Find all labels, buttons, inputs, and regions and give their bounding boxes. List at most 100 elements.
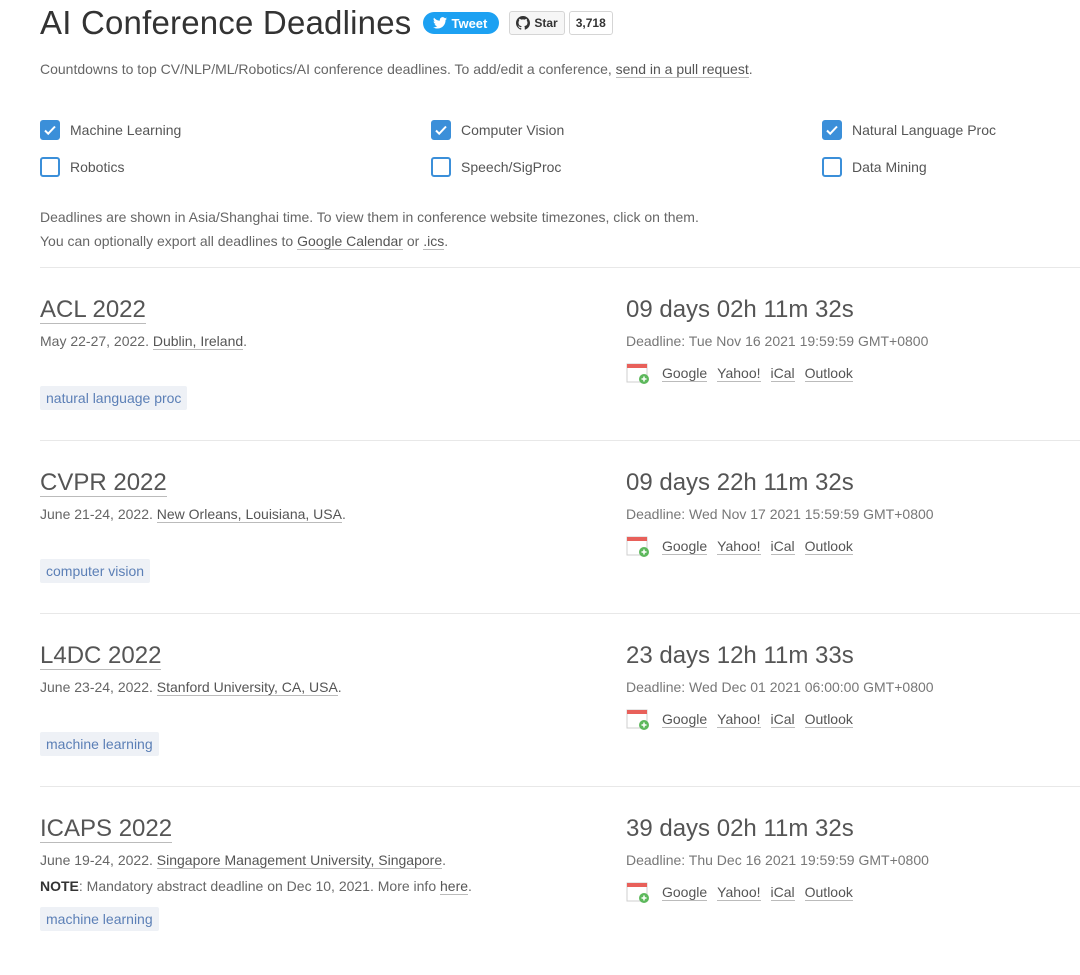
conference-name: CVPR 2022 xyxy=(40,469,167,497)
conference-item: L4DC 2022 June 23-24, 2022. Stanford Uni… xyxy=(40,642,1080,802)
conference-item: ICAPS 2022 June 19-24, 2022. Singapore M… xyxy=(40,815,1080,975)
filter-robotics[interactable]: Robotics xyxy=(40,157,124,177)
conference-location-link[interactable]: New Orleans, Louisiana, USA xyxy=(156,506,342,523)
ical-link[interactable]: iCal xyxy=(770,365,795,382)
conference-link[interactable]: ICAPS 2022 xyxy=(40,815,173,843)
tweet-button[interactable]: Tweet xyxy=(423,12,500,34)
conference-meta: June 23-24, 2022. Stanford University, C… xyxy=(40,679,342,696)
countdown-timer: 23 days 12h 11m 33s xyxy=(626,642,854,669)
deadline-text[interactable]: Deadline: Wed Dec 01 2021 06:00:00 GMT+0… xyxy=(626,679,934,695)
conference-name: ACL 2022 xyxy=(40,296,146,324)
filter-label: Computer Vision xyxy=(461,122,565,138)
yahoo-calendar-link[interactable]: Yahoo! xyxy=(717,538,761,555)
pull-request-link[interactable]: send in a pull request xyxy=(615,61,749,78)
deadline-text[interactable]: Deadline: Thu Dec 16 2021 19:59:59 GMT+0… xyxy=(626,852,929,868)
outlook-calendar-link[interactable]: Outlook xyxy=(804,711,853,728)
github-star-button[interactable]: Star xyxy=(509,11,565,35)
calendar-links: Google Yahoo! iCal Outlook xyxy=(626,362,863,384)
add-calendar-icon xyxy=(626,709,649,730)
note-more-info-link[interactable]: here xyxy=(440,878,469,895)
google-calendar-link[interactable]: Google xyxy=(662,884,708,901)
note-label: NOTE xyxy=(40,878,79,894)
yahoo-calendar-link[interactable]: Yahoo! xyxy=(717,711,761,728)
filter-computer-vision[interactable]: Computer Vision xyxy=(431,120,564,140)
divider xyxy=(40,613,1080,614)
filter-machine-learning[interactable]: Machine Learning xyxy=(40,120,181,140)
yahoo-calendar-link[interactable]: Yahoo! xyxy=(717,884,761,901)
note-text: : Mandatory abstract deadline on Dec 10,… xyxy=(78,878,440,894)
outlook-calendar-link[interactable]: Outlook xyxy=(804,884,853,901)
google-calendar-link[interactable]: Google xyxy=(662,538,708,555)
countdown-timer: 09 days 02h 11m 32s xyxy=(626,296,854,323)
export-or: or xyxy=(402,233,424,249)
checkbox[interactable] xyxy=(822,120,842,140)
checkbox[interactable] xyxy=(431,120,451,140)
yahoo-calendar-link[interactable]: Yahoo! xyxy=(717,365,761,382)
add-calendar-icon xyxy=(626,536,649,557)
filter-label: Machine Learning xyxy=(70,122,182,138)
star-count[interactable]: 3,718 xyxy=(568,11,613,35)
star-label: Star xyxy=(534,16,558,30)
export-end: . xyxy=(444,233,449,249)
conference-location-link[interactable]: Singapore Management University, Singapo… xyxy=(156,852,443,869)
countdown-timer: 09 days 22h 11m 32s xyxy=(626,469,854,496)
export-note: You can optionally export all deadlines … xyxy=(40,229,699,253)
conference-link[interactable]: L4DC 2022 xyxy=(40,642,162,670)
conference-link[interactable]: CVPR 2022 xyxy=(40,469,167,497)
ics-export-link[interactable]: .ics xyxy=(423,233,445,250)
filter-label: Robotics xyxy=(70,159,125,175)
subtitle-text: Countdowns to top CV/NLP/ML/Robotics/AI … xyxy=(40,61,616,77)
outlook-calendar-link[interactable]: Outlook xyxy=(804,538,853,555)
outlook-calendar-link[interactable]: Outlook xyxy=(804,365,853,382)
conference-name: ICAPS 2022 xyxy=(40,815,173,843)
github-icon xyxy=(516,16,531,30)
export-text: You can optionally export all deadlines … xyxy=(40,233,298,249)
conference-meta: May 22-27, 2022. Dublin, Ireland. xyxy=(40,333,248,350)
divider xyxy=(40,786,1080,787)
ical-link[interactable]: iCal xyxy=(770,884,795,901)
checkbox[interactable] xyxy=(40,157,60,177)
google-calendar-link[interactable]: Google xyxy=(662,711,708,728)
conference-name: L4DC 2022 xyxy=(40,642,162,670)
subtitle: Countdowns to top CV/NLP/ML/Robotics/AI … xyxy=(40,61,753,78)
conference-dates: June 19-24, 2022. xyxy=(40,852,157,868)
page-header: AI Conference Deadlines Tweet Star 3,718 xyxy=(40,4,613,42)
checkbox[interactable] xyxy=(40,120,60,140)
check-icon xyxy=(435,125,447,136)
timezone-note: Deadlines are shown in Asia/Shanghai tim… xyxy=(40,209,699,225)
conference-location-link[interactable]: Stanford University, CA, USA xyxy=(156,679,338,696)
filter-speech-sigproc[interactable]: Speech/SigProc xyxy=(431,157,561,177)
ical-link[interactable]: iCal xyxy=(770,538,795,555)
conference-tag[interactable]: machine learning xyxy=(40,732,159,756)
google-calendar-export-link[interactable]: Google Calendar xyxy=(297,233,403,250)
conference-meta: June 21-24, 2022. New Orleans, Louisiana… xyxy=(40,506,346,523)
ical-link[interactable]: iCal xyxy=(770,711,795,728)
divider xyxy=(40,440,1080,441)
conference-item: ACL 2022 May 22-27, 2022. Dublin, Irelan… xyxy=(40,296,1080,456)
conference-tag[interactable]: computer vision xyxy=(40,559,151,583)
google-calendar-link[interactable]: Google xyxy=(662,365,708,382)
calendar-links: Google Yahoo! iCal Outlook xyxy=(626,881,863,903)
filter-label: Data Mining xyxy=(852,159,927,175)
countdown-timer: 39 days 02h 11m 32s xyxy=(626,815,854,842)
category-filters: Machine Learning Computer Vision Natural… xyxy=(40,120,1040,190)
filter-data-mining[interactable]: Data Mining xyxy=(822,157,927,177)
calendar-links: Google Yahoo! iCal Outlook xyxy=(626,708,863,730)
deadline-text[interactable]: Deadline: Tue Nov 16 2021 19:59:59 GMT+0… xyxy=(626,333,928,349)
filter-natural-language-proc[interactable]: Natural Language Proc xyxy=(822,120,996,140)
subtitle-end: . xyxy=(748,61,753,77)
deadline-text[interactable]: Deadline: Wed Nov 17 2021 15:59:59 GMT+0… xyxy=(626,506,934,522)
conference-tag[interactable]: natural language proc xyxy=(40,386,188,410)
checkbox[interactable] xyxy=(431,157,451,177)
conference-location-link[interactable]: Dublin, Ireland xyxy=(152,333,244,350)
page-title: AI Conference Deadlines xyxy=(40,4,412,41)
conference-tag[interactable]: machine learning xyxy=(40,907,159,931)
conference-link[interactable]: ACL 2022 xyxy=(40,296,146,324)
checkbox[interactable] xyxy=(822,157,842,177)
conference-dates: June 23-24, 2022. xyxy=(40,679,157,695)
filter-label: Natural Language Proc xyxy=(852,122,996,138)
conference-meta: June 19-24, 2022. Singapore Management U… xyxy=(40,852,447,869)
conference-dates: June 21-24, 2022. xyxy=(40,506,157,522)
calendar-links: Google Yahoo! iCal Outlook xyxy=(626,535,863,557)
conference-item: CVPR 2022 June 21-24, 2022. New Orleans,… xyxy=(40,469,1080,629)
